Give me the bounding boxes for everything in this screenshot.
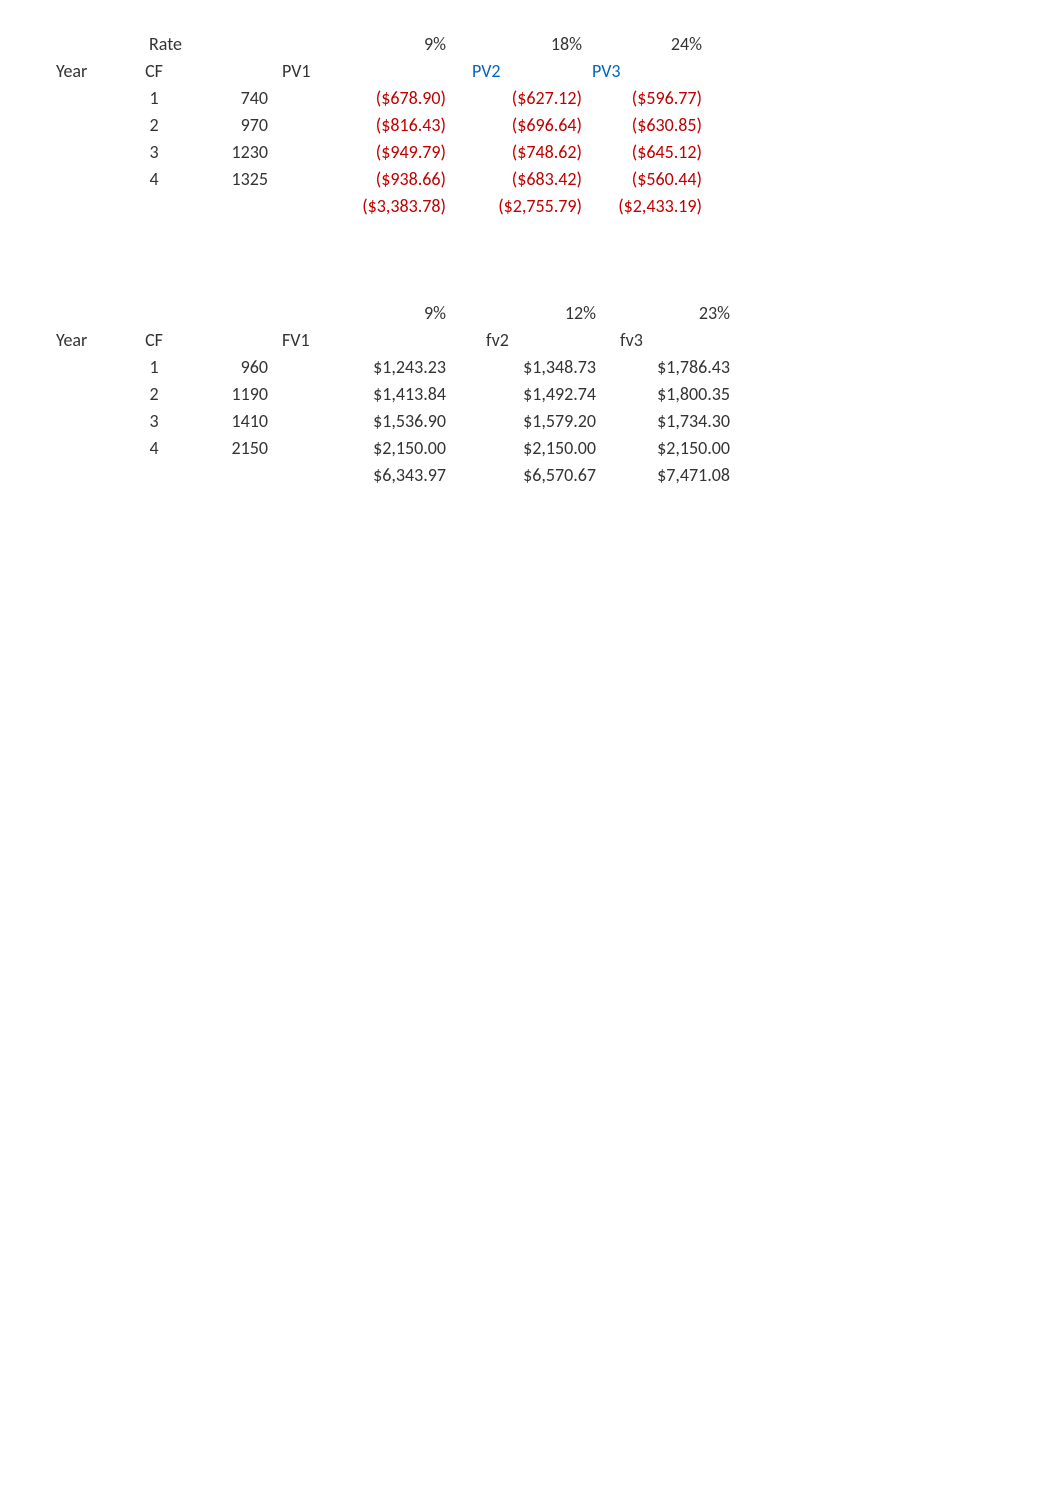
total-pv2: ($2,755.79): [446, 192, 582, 219]
pv1-cell: ($678.90): [276, 84, 446, 111]
year-cell: 2: [120, 380, 188, 407]
rate-3: 24%: [582, 30, 702, 57]
year-cell: 4: [120, 434, 188, 461]
fv2-cell: $2,150.00: [446, 434, 596, 461]
cf-cell: 1410: [188, 407, 276, 434]
pv3-cell: ($560.44): [582, 165, 702, 192]
fv3-cell: $2,150.00: [596, 434, 730, 461]
total-pv3: ($2,433.19): [582, 192, 702, 219]
year-cell: 3: [120, 407, 188, 434]
header-cf: CF: [120, 326, 188, 353]
rate-2: 18%: [446, 30, 582, 57]
table-row: 2 970 ($816.43) ($696.64) ($630.85): [56, 111, 702, 138]
rate-label: Rate: [120, 30, 188, 57]
year-cell: 1: [120, 84, 188, 111]
header-fv3: fv3: [596, 326, 730, 353]
table-row: 4 1325 ($938.66) ($683.42) ($560.44): [56, 165, 702, 192]
rate-2: 12%: [446, 299, 596, 326]
header-year: Year: [56, 57, 120, 84]
total-fv2: $6,570.67: [446, 461, 596, 488]
cf-cell: 960: [188, 353, 276, 380]
header-row: Year CF PV1 PV2 PV3: [56, 57, 702, 84]
table-row: 3 1230 ($949.79) ($748.62) ($645.12): [56, 138, 702, 165]
header-cf: CF: [120, 57, 188, 84]
rate-row: Rate 9% 18% 24%: [56, 30, 702, 57]
pv3-cell: ($645.12): [582, 138, 702, 165]
total-pv1: ($3,383.78): [276, 192, 446, 219]
header-pv3: PV3: [582, 57, 702, 84]
pv1-cell: ($938.66): [276, 165, 446, 192]
year-cell: 1: [120, 353, 188, 380]
fv2-cell: $1,579.20: [446, 407, 596, 434]
cf-cell: 1325: [188, 165, 276, 192]
rate-3: 23%: [596, 299, 730, 326]
fv1-cell: $1,413.84: [276, 380, 446, 407]
fv2-cell: $1,492.74: [446, 380, 596, 407]
cf-cell: 1230: [188, 138, 276, 165]
header-fv1: FV1: [276, 326, 446, 353]
fv3-cell: $1,800.35: [596, 380, 730, 407]
fv3-cell: $1,734.30: [596, 407, 730, 434]
fv3-cell: $1,786.43: [596, 353, 730, 380]
fv1-cell: $1,243.23: [276, 353, 446, 380]
year-cell: 3: [120, 138, 188, 165]
table-row: 3 1410 $1,536.90 $1,579.20 $1,734.30: [56, 407, 730, 434]
pv1-cell: ($949.79): [276, 138, 446, 165]
fv1-cell: $2,150.00: [276, 434, 446, 461]
total-fv3: $7,471.08: [596, 461, 730, 488]
header-year: Year: [56, 326, 120, 353]
header-row: Year CF FV1 fv2 fv3: [56, 326, 730, 353]
pv1-cell: ($816.43): [276, 111, 446, 138]
cf-cell: 970: [188, 111, 276, 138]
year-cell: 2: [120, 111, 188, 138]
rate-row: 9% 12% 23%: [56, 299, 730, 326]
pv2-cell: ($627.12): [446, 84, 582, 111]
table-row: 4 2150 $2,150.00 $2,150.00 $2,150.00: [56, 434, 730, 461]
table-row: 1 740 ($678.90) ($627.12) ($596.77): [56, 84, 702, 111]
rate-1: 9%: [276, 30, 446, 57]
fv2-cell: $1,348.73: [446, 353, 596, 380]
pv-table: Rate 9% 18% 24% Year CF PV1 PV2 PV3 1 74…: [56, 30, 702, 219]
year-cell: 4: [120, 165, 188, 192]
table-row: 2 1190 $1,413.84 $1,492.74 $1,800.35: [56, 380, 730, 407]
header-pv2: PV2: [446, 57, 582, 84]
table-row: 1 960 $1,243.23 $1,348.73 $1,786.43: [56, 353, 730, 380]
total-fv1: $6,343.97: [276, 461, 446, 488]
pv2-cell: ($683.42): [446, 165, 582, 192]
rate-1: 9%: [276, 299, 446, 326]
cf-cell: 2150: [188, 434, 276, 461]
pv3-cell: ($596.77): [582, 84, 702, 111]
header-pv1: PV1: [276, 57, 446, 84]
totals-row: ($3,383.78) ($2,755.79) ($2,433.19): [56, 192, 702, 219]
pv2-cell: ($696.64): [446, 111, 582, 138]
pv2-cell: ($748.62): [446, 138, 582, 165]
pv3-cell: ($630.85): [582, 111, 702, 138]
fv-table: 9% 12% 23% Year CF FV1 fv2 fv3 1 960 $1,…: [56, 299, 730, 488]
cf-cell: 740: [188, 84, 276, 111]
fv1-cell: $1,536.90: [276, 407, 446, 434]
cf-cell: 1190: [188, 380, 276, 407]
totals-row: $6,343.97 $6,570.67 $7,471.08: [56, 461, 730, 488]
header-fv2: fv2: [446, 326, 596, 353]
